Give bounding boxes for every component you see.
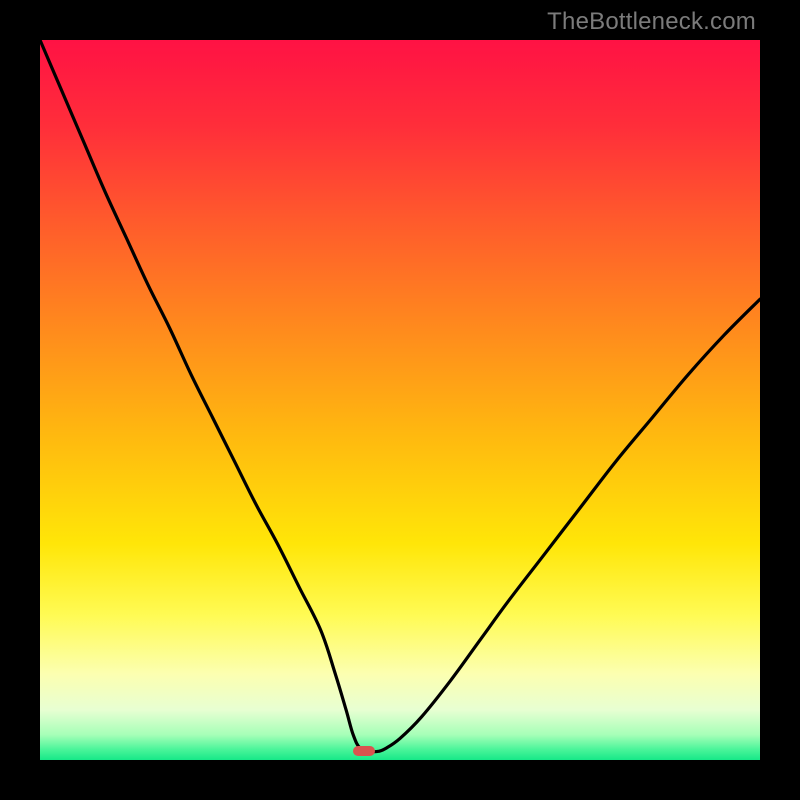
curve-layer <box>40 40 760 760</box>
plot-area <box>40 40 760 760</box>
bottleneck-curve <box>40 40 760 752</box>
watermark-text: TheBottleneck.com <box>547 8 756 36</box>
optimal-point-marker <box>353 746 375 756</box>
chart-frame: TheBottleneck.com <box>0 0 800 800</box>
